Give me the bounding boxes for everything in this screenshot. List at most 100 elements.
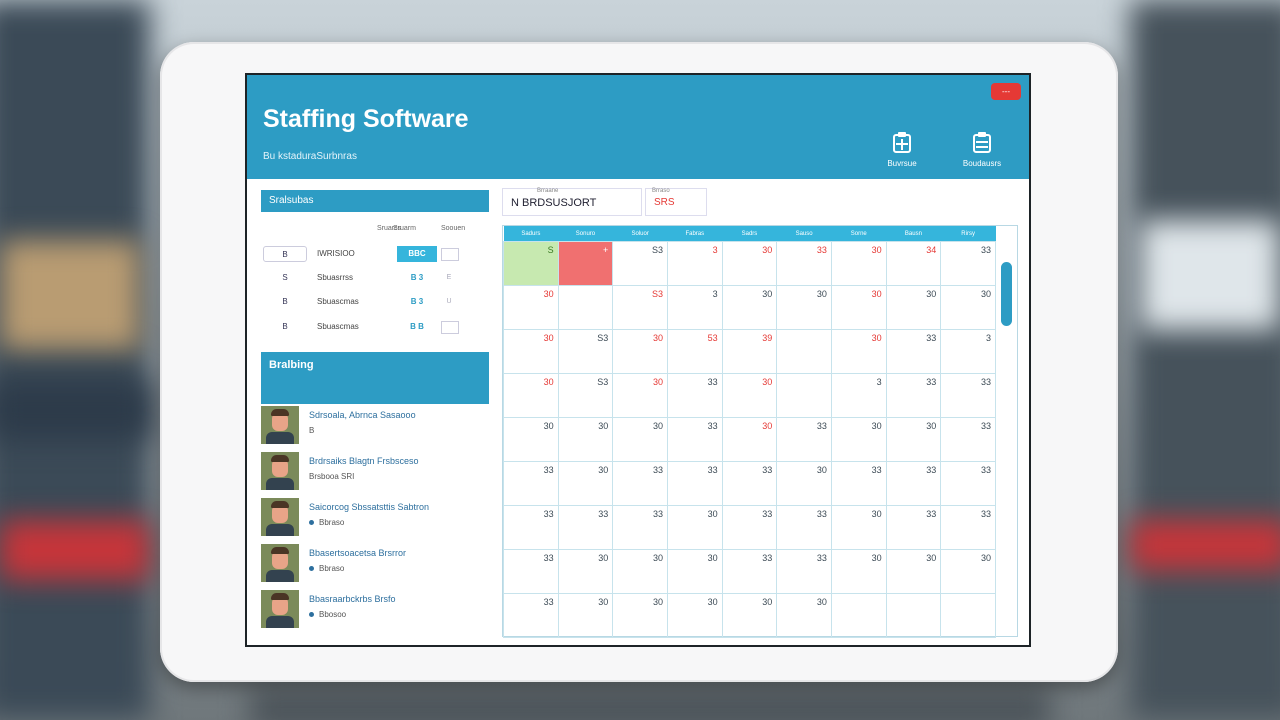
- code-field[interactable]: Brraso SRS: [645, 188, 707, 216]
- shift-value[interactable]: B B: [397, 319, 437, 335]
- shift-checkbox[interactable]: [441, 321, 459, 334]
- calendar-day-cell[interactable]: S: [503, 241, 559, 286]
- calendar-day-cell[interactable]: 30: [612, 329, 668, 374]
- calendar-day-cell[interactable]: 30: [666, 505, 723, 550]
- calendar-day-cell[interactable]: 34: [885, 241, 942, 286]
- calendar-day-cell[interactable]: 30: [557, 461, 614, 506]
- calendar-day-cell[interactable]: 30: [885, 285, 942, 330]
- calendar-day-cell[interactable]: 3: [830, 373, 887, 418]
- calendar-day-cell[interactable]: 33: [830, 461, 887, 506]
- calendar-day-cell[interactable]: 30: [503, 373, 559, 418]
- calendar-day-cell[interactable]: S3: [612, 241, 668, 286]
- calendar-day-cell[interactable]: +: [557, 241, 614, 286]
- calendar-day-cell[interactable]: [557, 285, 614, 330]
- calendar-day-cell[interactable]: 30: [776, 285, 832, 330]
- calendar-day-cell[interactable]: 30: [612, 593, 668, 638]
- shift-id[interactable]: B: [263, 246, 307, 262]
- calendar-day-cell[interactable]: 33: [721, 549, 778, 594]
- calendar-day-cell[interactable]: 30: [721, 417, 778, 462]
- shift-value[interactable]: BBC: [397, 246, 437, 262]
- calendar-day-cell[interactable]: 30: [612, 417, 668, 462]
- shift-id[interactable]: S: [263, 270, 307, 286]
- staff-item[interactable]: Sdrsoala, Abrnca Sasaooo B: [261, 406, 487, 446]
- calendar-day-cell[interactable]: 33: [776, 417, 832, 462]
- staff-item[interactable]: Saicorcog Sbssatsttis Sabtron Bbraso: [261, 498, 487, 538]
- calendar-day-cell[interactable]: [940, 593, 996, 638]
- calendar-day-cell[interactable]: 33: [885, 373, 942, 418]
- calendar-day-cell[interactable]: 30: [885, 417, 942, 462]
- calendar-day-cell[interactable]: 30: [503, 285, 559, 330]
- calendar-day-cell[interactable]: 33: [940, 505, 996, 550]
- calendar-day-cell[interactable]: 30: [721, 373, 778, 418]
- header-button-2[interactable]: Boudausrs: [957, 131, 1007, 173]
- calendar-day-cell[interactable]: 30: [830, 505, 887, 550]
- calendar-day-cell[interactable]: 30: [830, 417, 887, 462]
- calendar-day-cell[interactable]: 30: [830, 549, 887, 594]
- close-button[interactable]: ---: [991, 83, 1021, 100]
- calendar-day-cell[interactable]: 30: [830, 329, 887, 374]
- calendar-day-cell[interactable]: 33: [885, 461, 942, 506]
- shift-checkbox[interactable]: [441, 248, 459, 261]
- calendar-day-cell[interactable]: 33: [721, 505, 778, 550]
- calendar-day-cell[interactable]: 33: [503, 461, 559, 506]
- staff-item[interactable]: Bbasertsoacetsa Brsrror Bbraso: [261, 544, 487, 584]
- calendar-day-cell[interactable]: 3: [940, 329, 996, 374]
- staff-item[interactable]: Bbasraarbckrbs Brsfo Bbosoo: [261, 590, 487, 630]
- calendar-day-cell[interactable]: 30: [940, 285, 996, 330]
- calendar-day-cell[interactable]: 33: [940, 373, 996, 418]
- calendar-day-cell[interactable]: 30: [666, 593, 723, 638]
- calendar-day-cell[interactable]: 30: [612, 549, 668, 594]
- calendar-day-cell[interactable]: 30: [721, 593, 778, 638]
- calendar-day-cell[interactable]: 30: [666, 549, 723, 594]
- calendar-day-cell[interactable]: 30: [503, 329, 559, 374]
- shift-row[interactable]: S Sbuasrrss B 3 E: [263, 270, 489, 288]
- shift-id[interactable]: B: [263, 319, 307, 335]
- calendar-day-cell[interactable]: 30: [612, 373, 668, 418]
- staff-item[interactable]: Brdrsaiks Blagtn Frsbsceso Brsbooa SRI: [261, 452, 487, 492]
- calendar-day-cell[interactable]: 33: [503, 593, 559, 638]
- calendar-day-cell[interactable]: 33: [940, 461, 996, 506]
- calendar-day-cell[interactable]: S3: [612, 285, 668, 330]
- calendar-day-cell[interactable]: 33: [612, 461, 668, 506]
- calendar-day-cell[interactable]: [776, 373, 832, 418]
- calendar-day-cell[interactable]: 33: [776, 549, 832, 594]
- shift-row[interactable]: B Sbuascmas B B: [263, 319, 489, 337]
- shift-row[interactable]: B Sbuascmas B 3 U: [263, 294, 489, 312]
- calendar-day-cell[interactable]: 30: [776, 593, 832, 638]
- shift-value[interactable]: B 3: [397, 294, 437, 310]
- calendar-day-cell[interactable]: 30: [721, 241, 778, 286]
- calendar-day-cell[interactable]: 33: [940, 241, 996, 286]
- calendar-day-cell[interactable]: 33: [503, 549, 559, 594]
- calendar-day-cell[interactable]: 39: [721, 329, 778, 374]
- calendar-day-cell[interactable]: 33: [612, 505, 668, 550]
- shift-checkbox[interactable]: E: [441, 272, 457, 283]
- calendar-day-cell[interactable]: 33: [940, 417, 996, 462]
- calendar-day-cell[interactable]: 33: [557, 505, 614, 550]
- calendar-day-cell[interactable]: 30: [557, 549, 614, 594]
- calendar-day-cell[interactable]: 3: [666, 285, 723, 330]
- calendar-day-cell[interactable]: 3: [666, 241, 723, 286]
- shift-value[interactable]: B 3: [397, 270, 437, 286]
- shift-row[interactable]: B IWRISIOO BBC: [263, 246, 489, 264]
- calendar-day-cell[interactable]: 30: [940, 549, 996, 594]
- calendar-day-cell[interactable]: 33: [503, 505, 559, 550]
- calendar-day-cell[interactable]: 30: [830, 241, 887, 286]
- calendar-day-cell[interactable]: 30: [503, 417, 559, 462]
- calendar-day-cell[interactable]: 33: [666, 461, 723, 506]
- calendar-day-cell[interactable]: S3: [557, 329, 614, 374]
- calendar-day-cell[interactable]: S3: [557, 373, 614, 418]
- calendar-day-cell[interactable]: 33: [666, 373, 723, 418]
- calendar-day-cell[interactable]: 30: [721, 285, 778, 330]
- calendar-day-cell[interactable]: 33: [885, 505, 942, 550]
- calendar-day-cell[interactable]: 30: [557, 593, 614, 638]
- calendar-day-cell[interactable]: 30: [830, 285, 887, 330]
- calendar-day-cell[interactable]: 33: [885, 329, 942, 374]
- calendar-day-cell[interactable]: 33: [776, 505, 832, 550]
- calendar-day-cell[interactable]: [830, 593, 887, 638]
- shift-id[interactable]: B: [263, 294, 307, 310]
- calendar-day-cell[interactable]: [885, 593, 942, 638]
- calendar-day-cell[interactable]: 33: [721, 461, 778, 506]
- calendar-day-cell[interactable]: 53: [666, 329, 723, 374]
- header-button-1[interactable]: Buvrsue: [877, 131, 927, 173]
- calendar-scrollbar[interactable]: [1001, 262, 1012, 326]
